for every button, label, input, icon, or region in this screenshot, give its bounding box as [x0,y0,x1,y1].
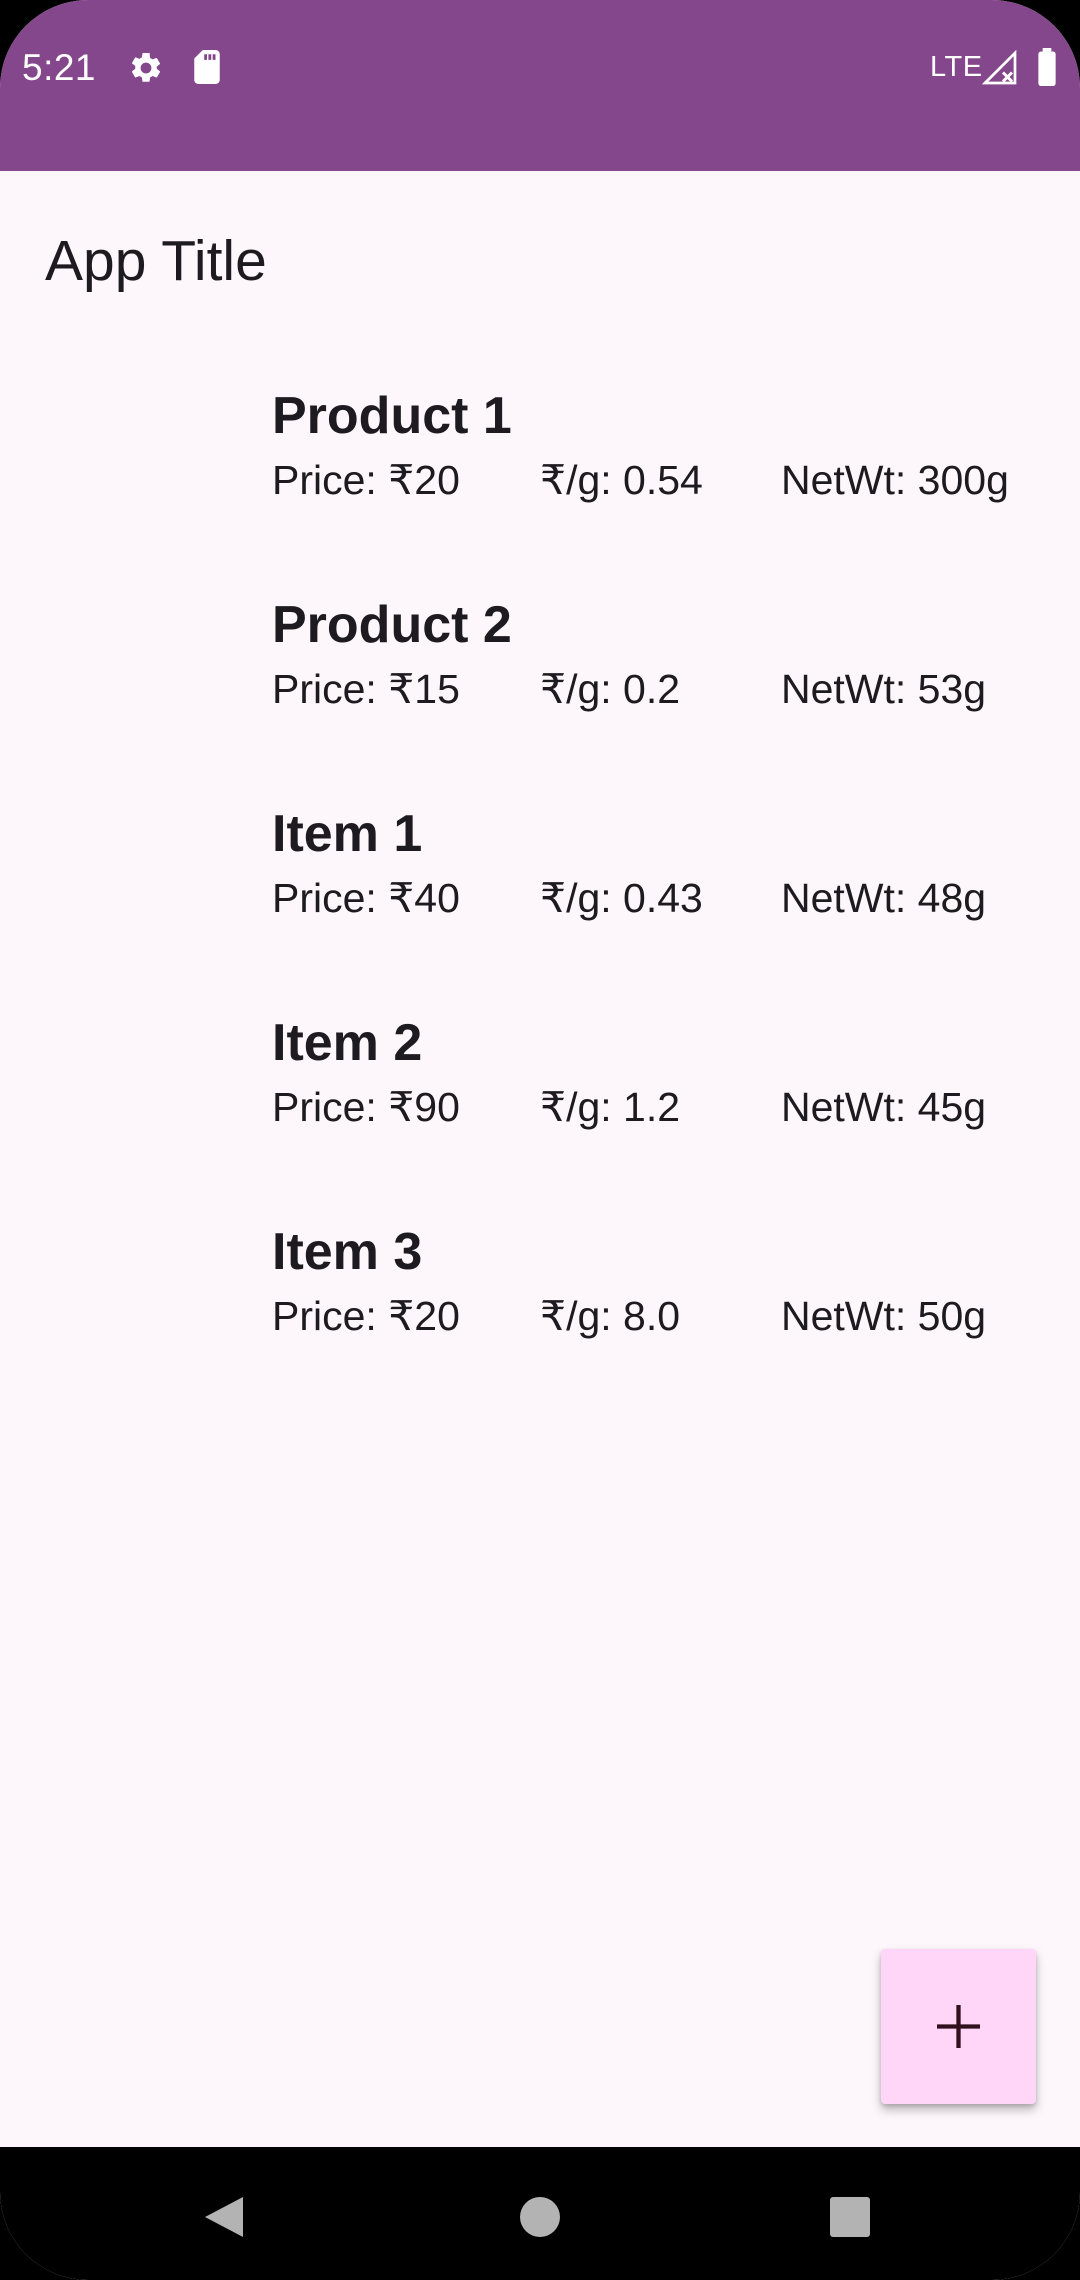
status-time: 5:21 [22,47,97,88]
home-icon[interactable] [510,2187,570,2247]
back-icon[interactable] [195,2187,255,2247]
item-details: Price: ₹15 ₹/g: 0.2 NetWt: 53g [272,661,1062,717]
item-details: Price: ₹90 ₹/g: 1.2 NetWt: 45g [272,1079,1062,1135]
item-price-per-gram: ₹/g: 8.0 [540,1293,681,1339]
item-net-weight: NetWt: 53g [781,666,987,712]
item-price-per-gram: ₹/g: 1.2 [540,1084,681,1130]
item-price-per-gram: ₹/g: 0.54 [540,457,703,503]
item-price: Price: ₹90 [272,1084,460,1130]
navigation-bar [0,2147,1080,2280]
product-list: Product 1 Price: ₹20 ₹/g: 0.54 NetWt: 30… [272,372,1062,1417]
item-details: Price: ₹40 ₹/g: 0.43 NetWt: 48g [272,870,1062,926]
item-name: Product 2 [272,596,512,654]
page-title: App Title [45,229,267,293]
item-price: Price: ₹40 [272,875,460,921]
list-item[interactable]: Item 1 Price: ₹40 ₹/g: 0.43 NetWt: 48g [272,790,1062,999]
network-type-label: LTE [930,51,983,83]
add-icon [937,2005,980,2048]
battery-icon [1038,48,1056,86]
list-item[interactable]: Product 1 Price: ₹20 ₹/g: 0.54 NetWt: 30… [272,372,1062,581]
item-price: Price: ₹20 [272,1293,460,1339]
gear-icon [131,52,161,82]
status-bar: 5:21 LTE [0,0,1080,171]
item-name: Product 1 [272,387,512,445]
recents-icon[interactable] [820,2187,880,2247]
item-price: Price: ₹20 [272,457,460,503]
item-name: Item 2 [272,1014,423,1072]
list-item[interactable]: Item 2 Price: ₹90 ₹/g: 1.2 NetWt: 45g [272,999,1062,1208]
list-item[interactable]: Item 3 Price: ₹20 ₹/g: 8.0 NetWt: 50g [272,1208,1062,1417]
add-item-button[interactable] [881,1949,1036,2104]
list-item[interactable]: Product 2 Price: ₹15 ₹/g: 0.2 NetWt: 53g [272,581,1062,790]
item-details: Price: ₹20 ₹/g: 8.0 NetWt: 50g [272,1288,1062,1344]
item-net-weight: NetWt: 300g [781,457,1009,503]
item-name: Item 1 [272,805,423,863]
item-price-per-gram: ₹/g: 0.2 [540,666,681,712]
item-name: Item 3 [272,1223,423,1281]
item-details: Price: ₹20 ₹/g: 0.54 NetWt: 300g [272,452,1062,508]
item-net-weight: NetWt: 48g [781,875,987,921]
item-net-weight: NetWt: 50g [781,1293,987,1339]
item-price: Price: ₹15 [272,666,460,712]
signal-icon [982,50,1017,85]
sdcard-icon [194,50,220,84]
item-net-weight: NetWt: 45g [781,1084,987,1130]
item-price-per-gram: ₹/g: 0.43 [540,875,703,921]
app-screen: 5:21 LTE App Title Product 1 Price: ₹20 … [0,0,1080,2280]
